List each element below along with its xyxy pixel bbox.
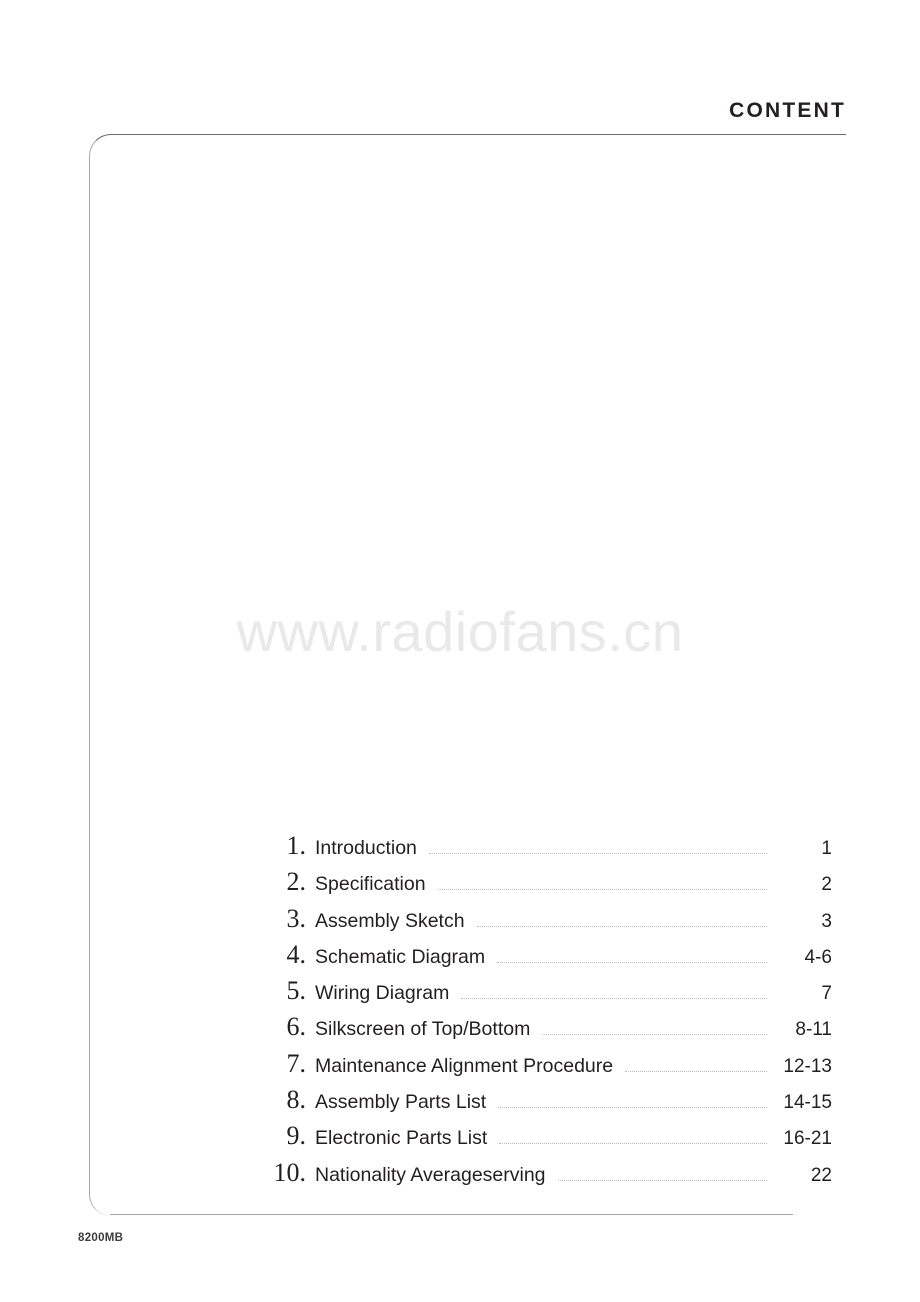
toc-entry[interactable]: 8. Assembly Parts List 14-15	[262, 1085, 833, 1123]
toc-entry-dot-leader	[461, 997, 767, 1000]
toc-entry-label: Schematic Diagram	[315, 945, 486, 968]
toc-entry-number: 6.	[286, 1012, 307, 1042]
toc-entry-dot-leader	[557, 1179, 767, 1181]
toc-entry-dot-leader	[499, 1142, 767, 1145]
toc-entry-page-number: 2	[821, 874, 832, 896]
toc-entry-number: 10.	[273, 1157, 307, 1187]
toc-entry[interactable]: 9. Electronic Parts List 16-21	[262, 1121, 833, 1159]
toc-entry[interactable]: 1. Introduction 1	[262, 831, 833, 869]
toc-entry-label: Specification	[315, 873, 426, 896]
toc-entry-page-number: 14-15	[783, 1092, 832, 1114]
toc-entry-dot-leader	[437, 888, 767, 891]
watermark-text: www.radiofans.cn	[236, 600, 684, 663]
toc-entry-label: Assembly Parts List	[315, 1091, 487, 1114]
toc-entry-label: Electronic Parts List	[315, 1127, 488, 1150]
toc-entry[interactable]: 10. Nationality Averageserving 22	[262, 1157, 833, 1196]
toc-entry-label: Maintenance Alignment Procedure	[315, 1054, 614, 1077]
toc-entry[interactable]: 7. Maintenance Alignment Procedure 12-13	[262, 1048, 833, 1087]
toc-entry-page-number: 16-21	[783, 1128, 832, 1150]
toc-entry-number: 9.	[286, 1121, 307, 1151]
toc-entry-number: 8.	[286, 1085, 307, 1115]
toc-entry-page-number: 4-6	[804, 946, 832, 968]
toc-entry[interactable]: 4. Schematic Diagram 4-6	[262, 939, 833, 978]
table-of-contents: 1. Introduction 1 2. Specification 2 3. Assembl…	[262, 831, 833, 1196]
toc-entry-dot-leader	[542, 1033, 767, 1036]
toc-entry-page-number: 12-13	[783, 1055, 832, 1077]
toc-entry-page-number: 22	[810, 1164, 832, 1186]
toc-entry-label: Nationality Averageserving	[315, 1163, 546, 1186]
toc-entry-number: 5.	[286, 976, 307, 1006]
toc-entry[interactable]: 2. Specification 2	[262, 867, 833, 905]
toc-entry-number: 1.	[286, 831, 307, 860]
document-page: CONTENT www.radiofans.cn 1. Introduction 1…	[0, 0, 920, 1302]
toc-entry-label: Introduction	[315, 837, 417, 859]
toc-entry-dot-leader	[476, 925, 767, 927]
toc-entry-label: Silkscreen of Top/Bottom	[315, 1018, 531, 1041]
toc-entry-page-number: 1	[821, 838, 832, 859]
toc-entry[interactable]: 6. Silkscreen of Top/Bottom 8-11	[262, 1012, 833, 1050]
toc-entry-dot-leader	[498, 1106, 767, 1109]
toc-entry-number: 2.	[286, 867, 307, 897]
toc-entry[interactable]: 3. Assembly Sketch 3	[262, 903, 833, 942]
toc-entry[interactable]: 5. Wiring Diagram 7	[262, 976, 833, 1014]
toc-entry-dot-leader	[428, 852, 767, 854]
content-frame-bottom-rule	[110, 1214, 793, 1215]
toc-entry-number: 4.	[286, 939, 307, 969]
toc-entry-label: Assembly Sketch	[315, 909, 465, 932]
toc-entry-number: 7.	[286, 1048, 307, 1078]
toc-entry-dot-leader	[497, 961, 767, 963]
footer-document-code: 8200MB	[78, 1232, 124, 1244]
toc-entry-page-number: 7	[821, 983, 832, 1005]
toc-entry-page-number: 8-11	[795, 1019, 832, 1041]
toc-entry-label: Wiring Diagram	[315, 982, 450, 1005]
toc-entry-page-number: 3	[821, 910, 832, 932]
page-title: CONTENT	[729, 99, 846, 122]
toc-entry-number: 3.	[286, 903, 307, 933]
toc-entry-dot-leader	[625, 1070, 767, 1072]
